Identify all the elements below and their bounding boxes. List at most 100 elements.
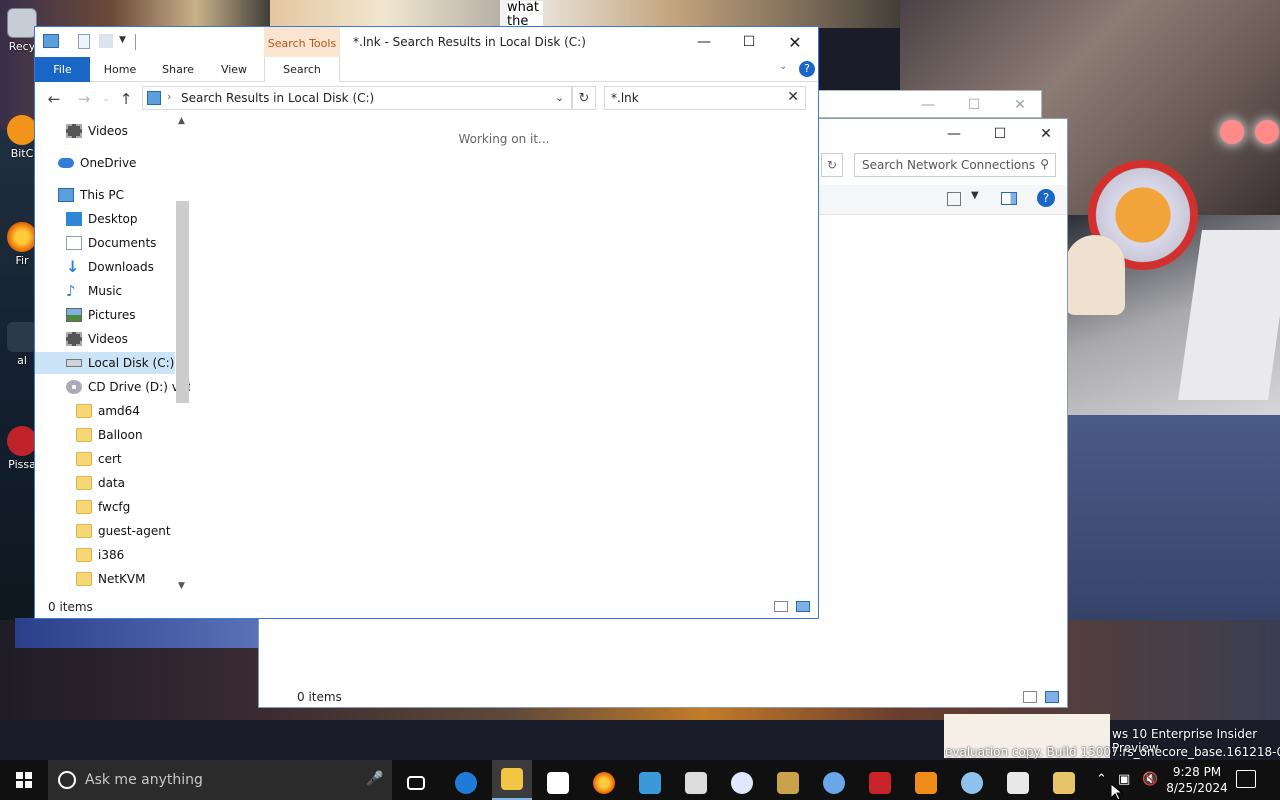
folder-icon <box>76 548 92 562</box>
action-center-icon[interactable] <box>1236 770 1256 788</box>
search-input[interactable]: *.lnk ✕ <box>604 86 806 110</box>
tab-file[interactable]: File <box>35 57 90 82</box>
recent-locations-button[interactable]: ⌄ <box>95 89 117 109</box>
clear-search-button[interactable]: ✕ <box>787 89 799 105</box>
taskbar-app[interactable] <box>722 766 762 800</box>
show-hidden-icons-button[interactable]: ⌃ <box>1096 772 1107 787</box>
taskbar-app[interactable] <box>860 766 900 800</box>
arrow-left-icon: ← <box>47 90 61 108</box>
nav-item-fwcfg[interactable]: fwcfg <box>76 496 130 518</box>
nav-item-this-pc[interactable]: This PC <box>58 184 124 206</box>
file-list[interactable]: Working on it... <box>191 115 817 595</box>
nav-item-cd-drive-d-virt[interactable]: CD Drive (D:) virt <box>66 376 190 398</box>
nav-item-i386[interactable]: i386 <box>76 544 124 566</box>
expand-ribbon-icon[interactable]: ⌄ <box>779 61 787 72</box>
refresh-button[interactable]: ↻ <box>572 86 596 110</box>
task-view-button[interactable] <box>396 766 436 800</box>
refresh-button[interactable]: ↻ <box>821 153 843 177</box>
taskbar-app[interactable] <box>768 766 808 800</box>
app-icon <box>915 772 937 794</box>
search-icon: ⚲ <box>1040 157 1049 171</box>
nav-item-downloads[interactable]: ↓ Downloads <box>66 256 154 278</box>
edge-icon <box>455 772 477 794</box>
background-window[interactable]: — ☐ ✕ <box>818 90 1042 118</box>
navigation-scrollbar[interactable]: ▲ ▼ <box>175 115 191 595</box>
nav-item-label: guest-agent <box>98 524 171 538</box>
nav-item-pictures[interactable]: Pictures <box>66 304 136 326</box>
change-view-icon[interactable] <box>947 192 961 206</box>
maximize-button[interactable]: ☐ <box>951 90 997 120</box>
close-button[interactable]: ✕ <box>772 27 818 57</box>
forward-button[interactable]: → <box>73 89 95 109</box>
search-results-icon <box>147 91 161 105</box>
nav-item-label: Pictures <box>88 308 136 322</box>
nav-item-cert[interactable]: cert <box>76 448 122 470</box>
minimize-button[interactable]: — <box>905 90 951 120</box>
nav-item-balloon[interactable]: Balloon <box>76 424 143 446</box>
up-button[interactable]: ↑ <box>115 89 137 109</box>
maximize-button[interactable]: ☐ <box>977 119 1023 149</box>
navigation-pane[interactable]: Videos OneDrive This PC Desktop Documents ↓ Do… <box>35 115 190 595</box>
taskbar-app[interactable] <box>630 766 670 800</box>
taskbar-clock[interactable]: 9:28 PM 8/25/2024 <box>1160 764 1234 796</box>
breadcrumb[interactable]: Search Results in Local Disk (C:) <box>181 91 374 105</box>
maximize-button[interactable]: ☐ <box>726 27 772 57</box>
preview-pane-icon[interactable] <box>1001 192 1017 205</box>
nav-item-documents[interactable]: Documents <box>66 232 156 254</box>
nav-item-onedrive[interactable]: OneDrive <box>58 152 136 174</box>
help-icon[interactable]: ? <box>799 61 815 77</box>
taskbar-app[interactable] <box>952 766 992 800</box>
nav-item-desktop[interactable]: Desktop <box>66 208 138 230</box>
title-bar[interactable]: ▼ *.lnk - Search Results in Local Disk (… <box>35 27 818 57</box>
chevron-down-icon[interactable]: ⌄ <box>555 91 564 104</box>
scroll-down-icon[interactable]: ▼ <box>178 581 185 591</box>
chevron-down-icon[interactable]: ▼ <box>971 190 979 201</box>
microphone-icon[interactable]: 🎤 <box>366 771 383 787</box>
address-bar[interactable]: › Search Results in Local Disk (C:) ⌄ <box>142 86 572 110</box>
pc-icon <box>58 188 74 202</box>
taskbar-app[interactable] <box>814 766 854 800</box>
taskbar-firefox[interactable] <box>584 766 624 800</box>
store-icon <box>547 772 569 794</box>
nav-item-local-disk-c[interactable]: Local Disk (C:) <box>35 352 175 374</box>
help-icon[interactable]: ? <box>1037 189 1055 207</box>
minimize-button[interactable]: — <box>681 27 727 57</box>
nav-item-videos[interactable]: Videos <box>66 328 128 350</box>
file-explorer-window[interactable]: ▼ *.lnk - Search Results in Local Disk (… <box>34 26 819 619</box>
close-button[interactable]: ✕ <box>997 90 1043 120</box>
nav-item-videos[interactable]: Videos <box>66 120 128 142</box>
tab-home[interactable]: Home <box>95 57 145 82</box>
nav-item-data[interactable]: data <box>76 472 125 494</box>
minimize-button[interactable]: — <box>931 119 977 149</box>
tab-search[interactable]: Search <box>264 57 340 83</box>
tab-share[interactable]: Share <box>153 57 203 82</box>
start-button[interactable] <box>0 760 48 800</box>
cortana-search-box[interactable]: Ask me anything 🎤 <box>48 760 392 800</box>
nav-item-music[interactable]: ♪ Music <box>66 280 122 302</box>
taskbar-app[interactable] <box>1044 766 1084 800</box>
doc-icon <box>66 236 82 250</box>
large-icons-view-icon[interactable] <box>796 601 810 612</box>
scroll-thumb[interactable] <box>176 201 189 403</box>
nav-item-amd64[interactable]: amd64 <box>76 400 140 422</box>
taskbar-app[interactable] <box>906 766 946 800</box>
taskbar-store[interactable] <box>538 766 578 800</box>
details-view-icon[interactable] <box>774 601 788 612</box>
properties-icon[interactable] <box>78 34 90 49</box>
scroll-up-icon[interactable]: ▲ <box>178 116 185 126</box>
nav-item-netkvm[interactable]: NetKVM <box>76 568 146 590</box>
nav-item-guest-agent[interactable]: guest-agent <box>76 520 171 542</box>
volume-muted-icon[interactable]: 🔇 <box>1142 772 1158 787</box>
details-view-icon[interactable] <box>1023 691 1037 703</box>
taskbar-app[interactable] <box>676 766 716 800</box>
search-input[interactable]: Search Network Connections ⚲ <box>854 153 1056 177</box>
taskbar-edge[interactable] <box>446 766 486 800</box>
taskbar-file-explorer[interactable] <box>492 760 532 800</box>
large-icons-view-icon[interactable] <box>1045 691 1059 703</box>
tab-view[interactable]: View <box>209 57 259 82</box>
new-folder-icon[interactable] <box>99 34 113 48</box>
back-button[interactable]: ← <box>43 89 65 109</box>
taskbar-app[interactable] <box>998 766 1038 800</box>
chevron-down-icon[interactable]: ▼ <box>119 35 126 45</box>
close-button[interactable]: ✕ <box>1023 119 1069 149</box>
